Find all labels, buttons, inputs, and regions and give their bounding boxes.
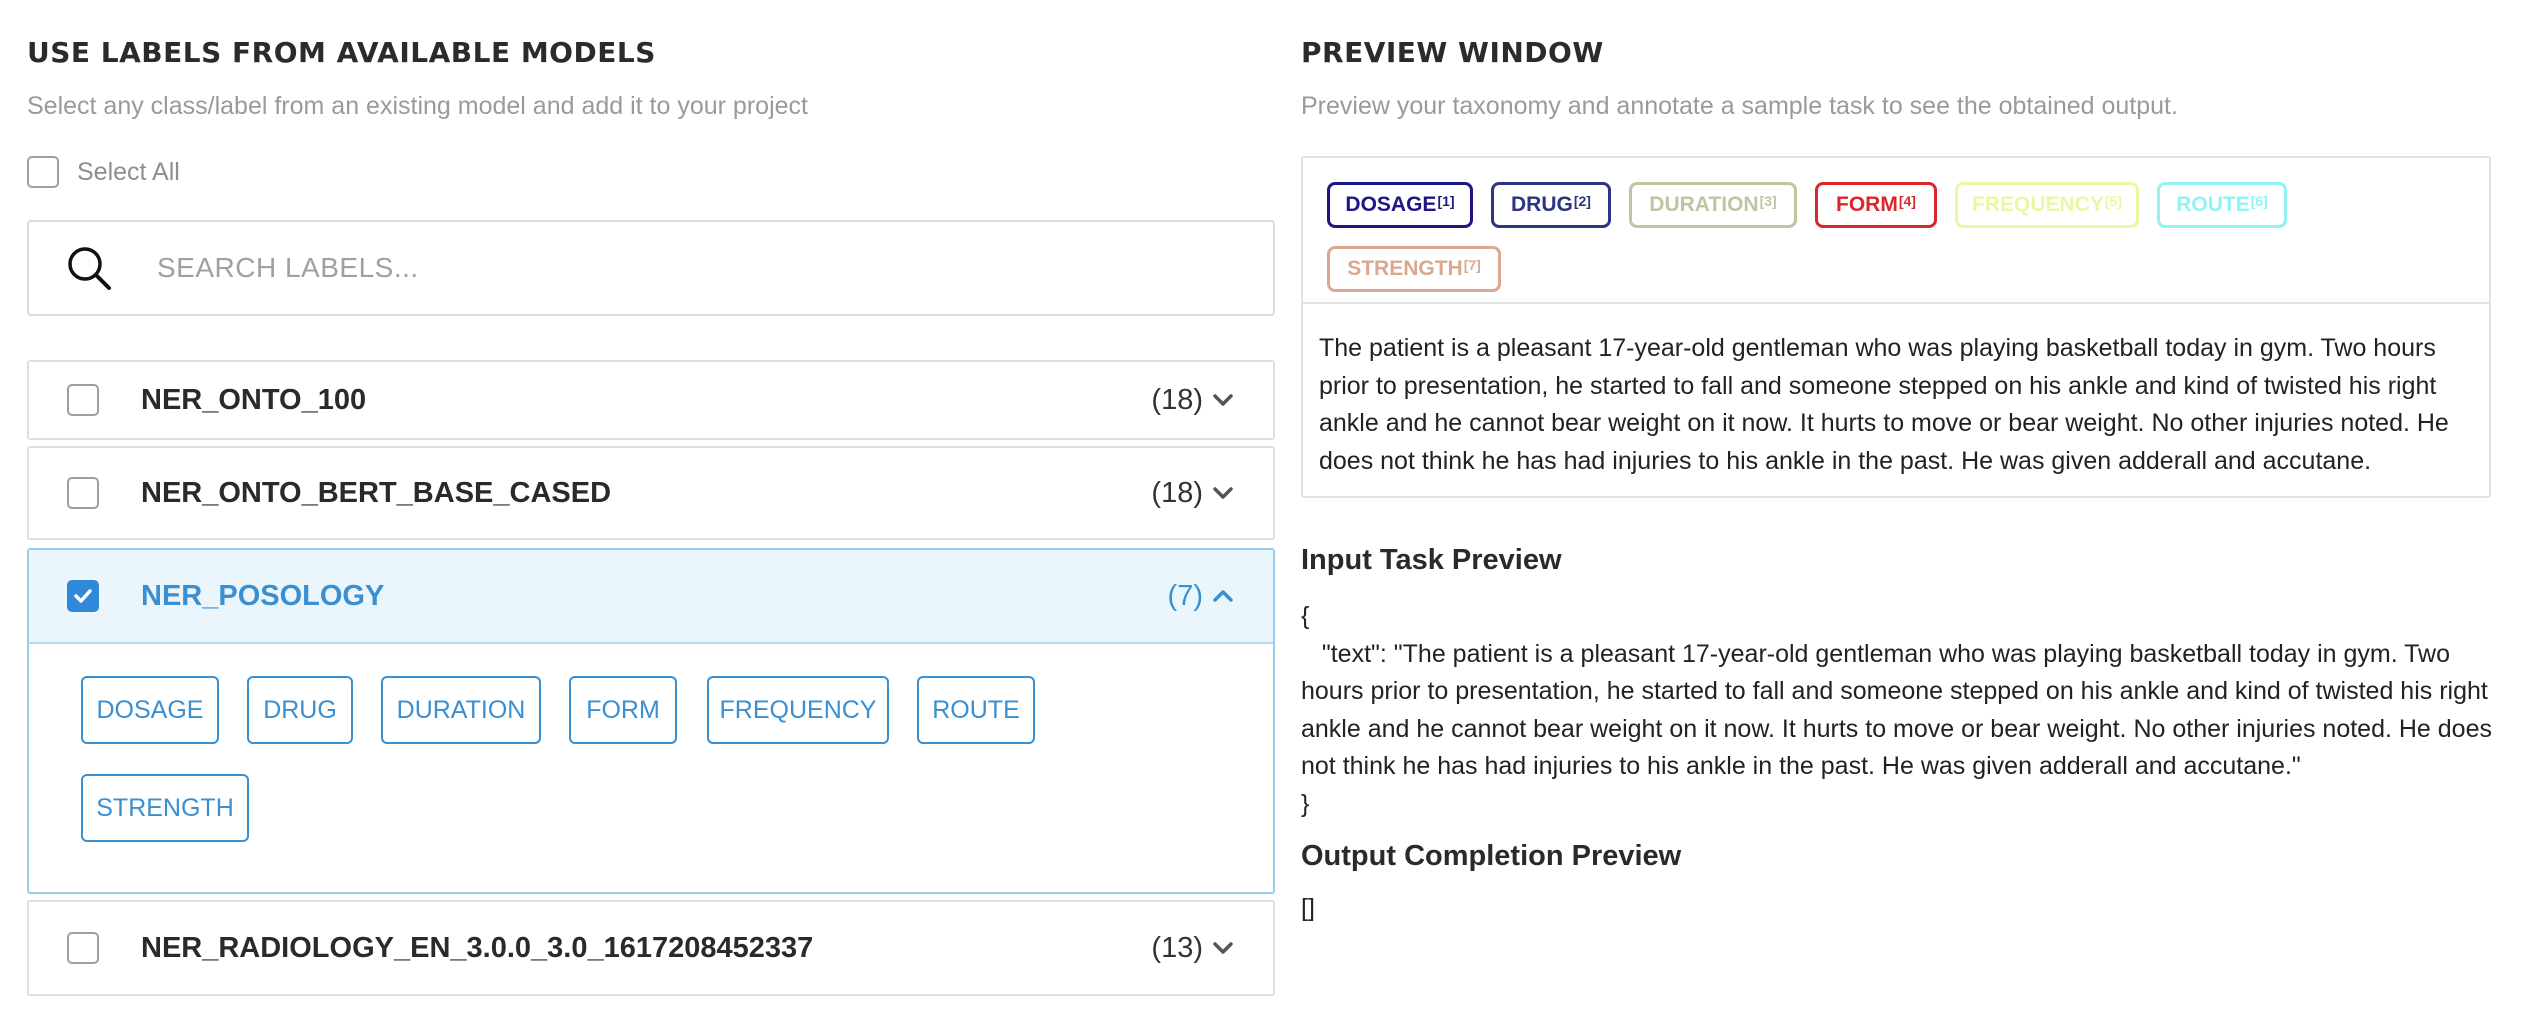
model-checkbox[interactable]: [67, 580, 99, 612]
tag-index: [5]: [2104, 193, 2122, 209]
model-label-count: (13): [1151, 931, 1203, 964]
model-item-ner-onto-100: NER_ONTO_100 (18): [27, 360, 1275, 440]
model-checkbox[interactable]: [67, 477, 99, 509]
models-section-subtitle: Select any class/label from an existing …: [27, 92, 808, 120]
search-box[interactable]: [27, 220, 1275, 316]
model-label-count: (18): [1151, 476, 1203, 509]
tag-index: [6]: [2250, 193, 2268, 209]
model-header[interactable]: NER_ONTO_100 (18): [29, 362, 1273, 438]
model-label-count: (7): [1167, 579, 1203, 612]
model-name: NER_ONTO_100: [141, 383, 367, 416]
select-all-checkbox[interactable]: [27, 156, 59, 188]
search-input[interactable]: [155, 251, 1159, 285]
preview-box: DOSAGE [1] DRUG [2] DURATION [3] FORM [4] FR…: [1301, 156, 2491, 498]
label-button-route[interactable]: ROUTE: [917, 676, 1035, 744]
model-label-count: (18): [1151, 383, 1203, 416]
tag-label: STRENGTH: [1347, 257, 1463, 280]
preview-section-title: PREVIEW WINDOW: [1301, 36, 1604, 69]
label-button-strength[interactable]: STRENGTH: [81, 774, 249, 842]
checkmark-icon: [74, 589, 92, 603]
tag-form[interactable]: FORM [4]: [1815, 182, 1937, 228]
select-all[interactable]: Select All: [27, 156, 180, 188]
model-name: NER_ONTO_BERT_BASE_CASED: [141, 476, 612, 509]
model-checkbox[interactable]: [67, 384, 99, 416]
tag-label: FORM: [1836, 193, 1898, 216]
output-completion-preview-title: Output Completion Preview: [1301, 840, 1682, 872]
label-button-duration[interactable]: DURATION: [381, 676, 541, 744]
preview-text[interactable]: The patient is a pleasant 17-year-old ge…: [1319, 330, 2481, 480]
model-item-ner-onto-bert-base-cased: NER_ONTO_BERT_BASE_CASED (18): [27, 446, 1275, 540]
tag-index: [7]: [1463, 257, 1481, 273]
tag-index: [4]: [1898, 193, 1916, 209]
tag-duration[interactable]: DURATION [3]: [1629, 182, 1797, 228]
model-item-ner-posology: NER_POSOLOGY (7) DOSAGE DRUG DURATION FO…: [27, 548, 1275, 894]
tag-index: [1]: [1437, 193, 1455, 209]
input-task-json: { "text": "The patient is a pleasant 17-…: [1301, 598, 2511, 823]
model-header[interactable]: NER_ONTO_BERT_BASE_CASED (18): [29, 448, 1273, 538]
chevron-down-icon[interactable]: [1211, 936, 1235, 960]
output-completion-value: []: [1301, 894, 1315, 922]
tag-label: DOSAGE: [1345, 193, 1437, 216]
preview-section-subtitle: Preview your taxonomy and annotate a sam…: [1301, 92, 2178, 120]
tag-label: FREQUENCY: [1972, 193, 2104, 216]
model-header[interactable]: NER_POSOLOGY (7): [29, 550, 1273, 644]
preview-panel: PREVIEW WINDOW Preview your taxonomy and…: [1301, 0, 2501, 1028]
chevron-up-icon[interactable]: [1211, 584, 1235, 608]
label-button-dosage[interactable]: DOSAGE: [81, 676, 219, 744]
page: USE LABELS FROM AVAILABLE MODELS Select …: [0, 0, 2529, 1028]
search-icon: [68, 247, 111, 290]
tag-label: DRUG: [1511, 193, 1573, 216]
select-all-label: Select All: [77, 157, 180, 186]
tag-index: [3]: [1759, 193, 1777, 209]
input-task-preview-title: Input Task Preview: [1301, 544, 1562, 576]
tag-label: ROUTE: [2176, 193, 2250, 216]
model-labels-list: DOSAGE DRUG DURATION FORM FREQUENCY ROUT…: [29, 644, 1273, 892]
model-name: NER_RADIOLOGY_EN_3.0.0_3.0_1617208452337: [141, 931, 814, 964]
tag-label: DURATION: [1649, 193, 1759, 216]
json-text-field: "text": "The patient is a pleasant 17-ye…: [1301, 639, 2499, 781]
label-button-drug[interactable]: DRUG: [247, 676, 353, 744]
chevron-down-icon[interactable]: [1211, 388, 1235, 412]
model-checkbox[interactable]: [67, 932, 99, 964]
tag-drug[interactable]: DRUG [2]: [1491, 182, 1611, 228]
taxonomy-tags: DOSAGE [1] DRUG [2] DURATION [3] FORM [4] FR…: [1303, 158, 2489, 304]
model-header[interactable]: NER_RADIOLOGY_EN_3.0.0_3.0_1617208452337…: [29, 902, 1273, 994]
model-name: NER_POSOLOGY: [141, 579, 385, 612]
chevron-down-icon[interactable]: [1211, 481, 1235, 505]
tag-strength[interactable]: STRENGTH [7]: [1327, 246, 1501, 292]
json-open-brace: {: [1301, 602, 1310, 630]
label-button-form[interactable]: FORM: [569, 676, 677, 744]
label-button-frequency[interactable]: FREQUENCY: [707, 676, 889, 744]
tag-index: [2]: [1573, 193, 1591, 209]
tag-route[interactable]: ROUTE [6]: [2157, 182, 2287, 228]
tag-frequency[interactable]: FREQUENCY [5]: [1955, 182, 2139, 228]
tag-dosage[interactable]: DOSAGE [1]: [1327, 182, 1473, 228]
model-item-ner-radiology: NER_RADIOLOGY_EN_3.0.0_3.0_1617208452337…: [27, 900, 1275, 996]
available-models-panel: USE LABELS FROM AVAILABLE MODELS Select …: [27, 0, 1275, 1028]
json-close-brace: }: [1301, 789, 1310, 818]
models-section-title: USE LABELS FROM AVAILABLE MODELS: [27, 36, 656, 69]
